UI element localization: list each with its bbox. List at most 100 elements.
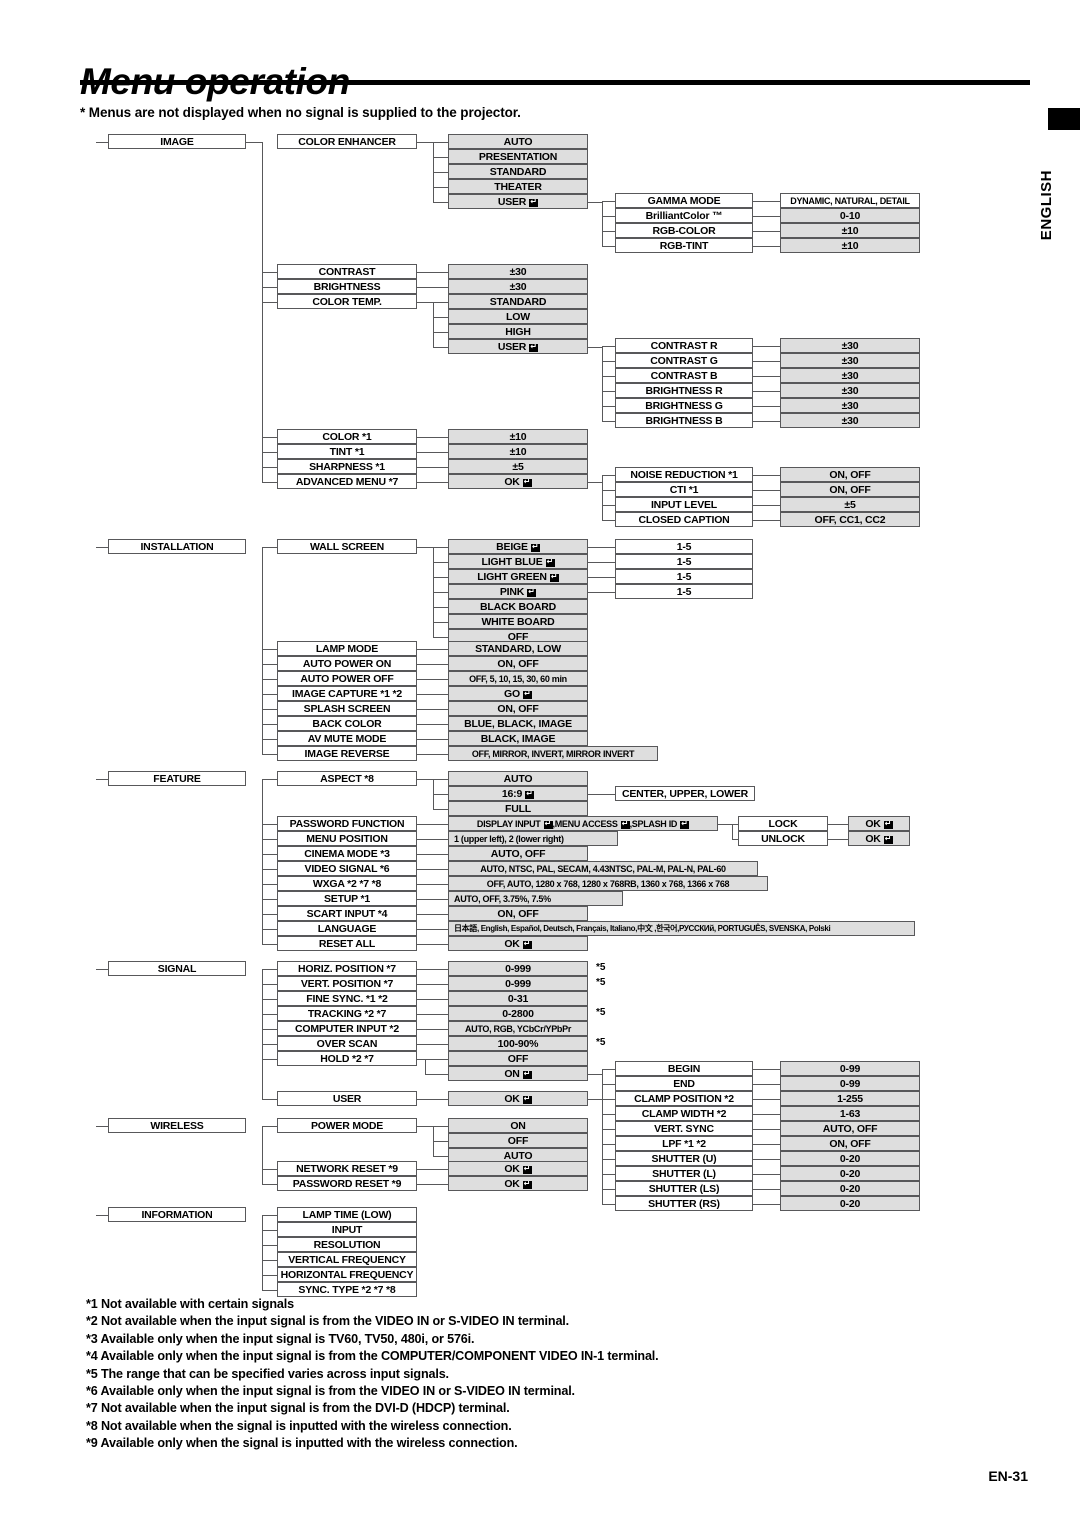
installation-value-2: OFF, 5, 10, 15, 30, 60 min — [448, 671, 588, 686]
advanced-sub-value-3: OFF, CC1, CC2 — [780, 512, 920, 527]
wall-screen-level-1: 1-5 — [615, 554, 753, 569]
installation-value-6: BLACK, IMAGE — [448, 731, 588, 746]
connector-line — [753, 405, 780, 407]
connector-line — [417, 1183, 448, 1185]
password-lock-ok-1: OK — [848, 831, 910, 846]
information-item-3: VERTICAL FREQUENCY — [277, 1252, 417, 1267]
connector-line — [602, 360, 615, 362]
feature-item-7: LANGUAGE — [277, 921, 417, 936]
connector-line — [96, 1125, 108, 1127]
advanced-sub-value-0: ON, OFF — [780, 467, 920, 482]
connector-line — [602, 1158, 615, 1160]
connector-line — [602, 1113, 615, 1115]
connector-line — [433, 793, 448, 795]
menu-information-root: INFORMATION — [108, 1207, 246, 1222]
connector-line — [753, 420, 780, 422]
aspect-option-auto: AUTO — [448, 771, 588, 786]
connector-line — [262, 983, 277, 985]
signal-sub-label-1: END — [615, 1076, 753, 1091]
menu-feature-root: FEATURE — [108, 771, 246, 786]
signal-value-0: 0-999 — [448, 961, 588, 976]
connector-line — [602, 345, 603, 421]
signal-item-3: TRACKING *2 *7 — [277, 1006, 417, 1021]
feature-value-1: 1 (upper left), 2 (lower right) — [448, 831, 618, 846]
connector-line — [417, 968, 448, 970]
feature-item-3: VIDEO SIGNAL *6 — [277, 861, 417, 876]
connector-line — [602, 345, 615, 347]
color-enhancer-option-auto: AUTO — [448, 134, 588, 149]
image-contrast-value: ±30 — [448, 264, 588, 279]
connector-line — [588, 793, 615, 795]
color-enhancer-option-standard: STANDARD — [448, 164, 588, 179]
signal-sub-value-5: ON, OFF — [780, 1136, 920, 1151]
password-lock-ok-0: OK — [848, 816, 910, 831]
connector-line — [433, 546, 448, 548]
signal-item-0: HORIZ. POSITION *7 — [277, 961, 417, 976]
wireless-value-1: OK — [448, 1176, 588, 1191]
connector-line — [262, 968, 277, 970]
signal-sub-value-1: 0-99 — [780, 1076, 920, 1091]
connector-line — [588, 546, 615, 548]
rgb-sub-value-2: ±30 — [780, 368, 920, 383]
rgb-sub-value-5: ±30 — [780, 413, 920, 428]
installation-item-2: AUTO POWER OFF — [277, 671, 417, 686]
connector-line — [753, 215, 780, 217]
box-label: BEIGE — [496, 540, 528, 553]
connector-line — [262, 1125, 277, 1127]
connector-line — [417, 1098, 448, 1100]
connector-line — [433, 561, 448, 563]
connector-line — [602, 1143, 615, 1145]
wall-screen-option-black-board: BLACK BOARD — [448, 599, 588, 614]
connector-line — [417, 708, 448, 710]
connector-line — [262, 1125, 263, 1184]
connector-line — [262, 913, 277, 915]
signal-note-3: *5 — [596, 1007, 606, 1018]
information-item-4: HORIZONTAL FREQUENCY — [277, 1267, 417, 1282]
footnotes-list: *1 Not available with certain signals *2 … — [86, 1296, 966, 1453]
enter-key-icon — [883, 820, 893, 829]
image-brightness-value: ±30 — [448, 279, 588, 294]
signal-item-2: FINE SYNC. *1 *2 — [277, 991, 417, 1006]
feature-value-8: OK — [448, 936, 588, 951]
wall-screen-option-light-green: LIGHT GREEN — [448, 569, 588, 584]
connector-line — [425, 1073, 448, 1075]
connector-line — [262, 998, 277, 1000]
menu-installation-root: INSTALLATION — [108, 539, 246, 554]
feature-value-7: 日本語, English, Español, Deutsch, Français… — [448, 921, 915, 936]
menu-wall-screen: WALL SCREEN — [277, 539, 417, 554]
installation-item-7: IMAGE REVERSE — [277, 746, 417, 761]
connector-line — [417, 838, 448, 840]
connector-line — [588, 346, 602, 348]
power-mode-option-1: OFF — [448, 1133, 588, 1148]
wall-screen-level-2: 1-5 — [615, 569, 753, 584]
enter-key-icon — [525, 790, 535, 799]
connector-line — [588, 201, 602, 203]
image-item2-value-1: ±10 — [448, 444, 588, 459]
connector-line — [425, 1058, 426, 1074]
signal-sub-value-3: 1-63 — [780, 1106, 920, 1121]
connector-line — [262, 1028, 277, 1030]
image-item2-value-3: OK — [448, 474, 588, 489]
menu-wireless-root: WIRELESS — [108, 1118, 246, 1133]
enter-key-icon — [529, 343, 539, 352]
connector-line — [262, 301, 277, 303]
connector-line — [753, 1083, 780, 1085]
connector-line — [262, 1214, 263, 1290]
gamma-sub-value-3: ±10 — [780, 238, 920, 253]
footnote-5: *5 The range that can be specified varie… — [86, 1366, 449, 1381]
box-label: 16:9 — [501, 787, 523, 800]
box-label: OK — [865, 817, 881, 830]
box-label: GO — [504, 687, 520, 700]
connector-line — [433, 301, 448, 303]
gamma-sub-label-2: RGB-COLOR — [615, 223, 753, 238]
feature-item-4: WXGA *2 *7 *8 — [277, 876, 417, 891]
gamma-sub-label-1: BrilliantColor ™ — [615, 208, 753, 223]
connector-line — [262, 723, 277, 725]
installation-value-5: BLUE, BLACK, IMAGE — [448, 716, 588, 731]
box-label: LIGHT GREEN — [477, 570, 547, 583]
advanced-sub-label-1: CTI *1 — [615, 482, 753, 497]
enter-key-icon — [527, 588, 537, 597]
footnote-8: *8 Not available when the signal is inpu… — [86, 1418, 512, 1433]
connector-line — [417, 738, 448, 740]
connector-line — [262, 271, 277, 273]
